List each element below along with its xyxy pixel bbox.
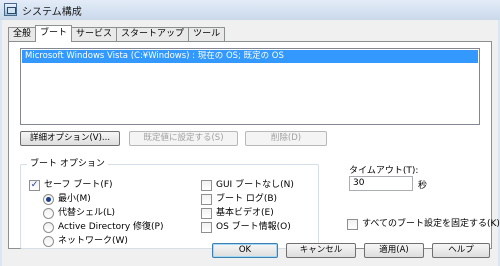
boot-options-legend: ブート オプション [27, 158, 108, 170]
check-icon: ✓ [29, 180, 40, 191]
network-label: ネットワーク(W) [58, 236, 128, 246]
delete-button[interactable]: 削除(D) [245, 131, 327, 146]
checkbox-icon [201, 180, 212, 191]
apply-button[interactable]: 適用(A) [364, 243, 424, 258]
tab-general[interactable]: 全般 [8, 27, 37, 42]
help-button[interactable]: ヘルプ [432, 243, 490, 258]
radio-selected-icon [43, 194, 54, 205]
boot-entry-item[interactable]: Microsoft Windows Vista (C:¥Windows) : 現… [22, 50, 478, 63]
system-configuration-window: システム構成 全般 ブート サービス スタートアップ ツール Microsoft… [0, 0, 500, 266]
boot-tab-panel: Microsoft Windows Vista (C:¥Windows) : 現… [8, 41, 500, 249]
active-directory-repair-label: Active Directory 修復(P) [58, 222, 164, 232]
boot-options-group: ブート オプション ✓ セーフ ブート(F) 最小(M) 代替シェル(L) Ac… [20, 158, 319, 249]
os-boot-info-label: OS ブート情報(O) [216, 222, 291, 232]
tab-services[interactable]: サービス [71, 27, 118, 42]
make-permanent-label: すべてのブート設定を固定する(K) [362, 219, 500, 229]
boot-log-label: ブート ログ(B) [216, 194, 278, 204]
window-title: システム構成 [22, 7, 82, 18]
set-as-default-button[interactable]: 既定値に設定する(S) [129, 131, 238, 146]
checkbox-icon [201, 194, 212, 205]
no-gui-boot-label: GUI ブートなし(N) [216, 180, 294, 190]
radio-icon [43, 236, 54, 247]
safe-boot-label: セーフ ブート(F) [44, 180, 113, 190]
timeout-input[interactable]: 30 [349, 176, 413, 191]
tab-strip: 全般 ブート サービス スタートアップ ツール [8, 25, 226, 42]
timeout-label: タイムアウト(T): [349, 166, 419, 176]
minimal-label: 最小(M) [58, 194, 91, 204]
title-bar[interactable]: システム構成 [0, 0, 500, 20]
alternate-shell-label: 代替シェル(L) [58, 208, 116, 218]
checkbox-icon [201, 208, 212, 219]
timeout-unit: 秒 [418, 181, 428, 191]
radio-icon [43, 222, 54, 233]
tab-boot[interactable]: ブート [35, 25, 73, 42]
system-configuration-icon [4, 3, 17, 16]
cancel-button[interactable]: キャンセル [286, 243, 356, 258]
dialog-body: 全般 ブート サービス スタートアップ ツール Microsoft Window… [2, 20, 500, 266]
tab-tools[interactable]: ツール [188, 27, 226, 42]
checkbox-icon [347, 219, 358, 230]
radio-icon [43, 208, 54, 219]
base-video-label: 基本ビデオ(E) [216, 208, 274, 218]
boot-entry-list[interactable]: Microsoft Windows Vista (C:¥Windows) : 現… [20, 48, 480, 125]
ok-button[interactable]: OK [212, 243, 278, 258]
checkbox-icon [201, 222, 212, 233]
advanced-options-button[interactable]: 詳細オプション(V)... [20, 131, 120, 146]
tab-startup[interactable]: スタートアップ [116, 27, 190, 42]
